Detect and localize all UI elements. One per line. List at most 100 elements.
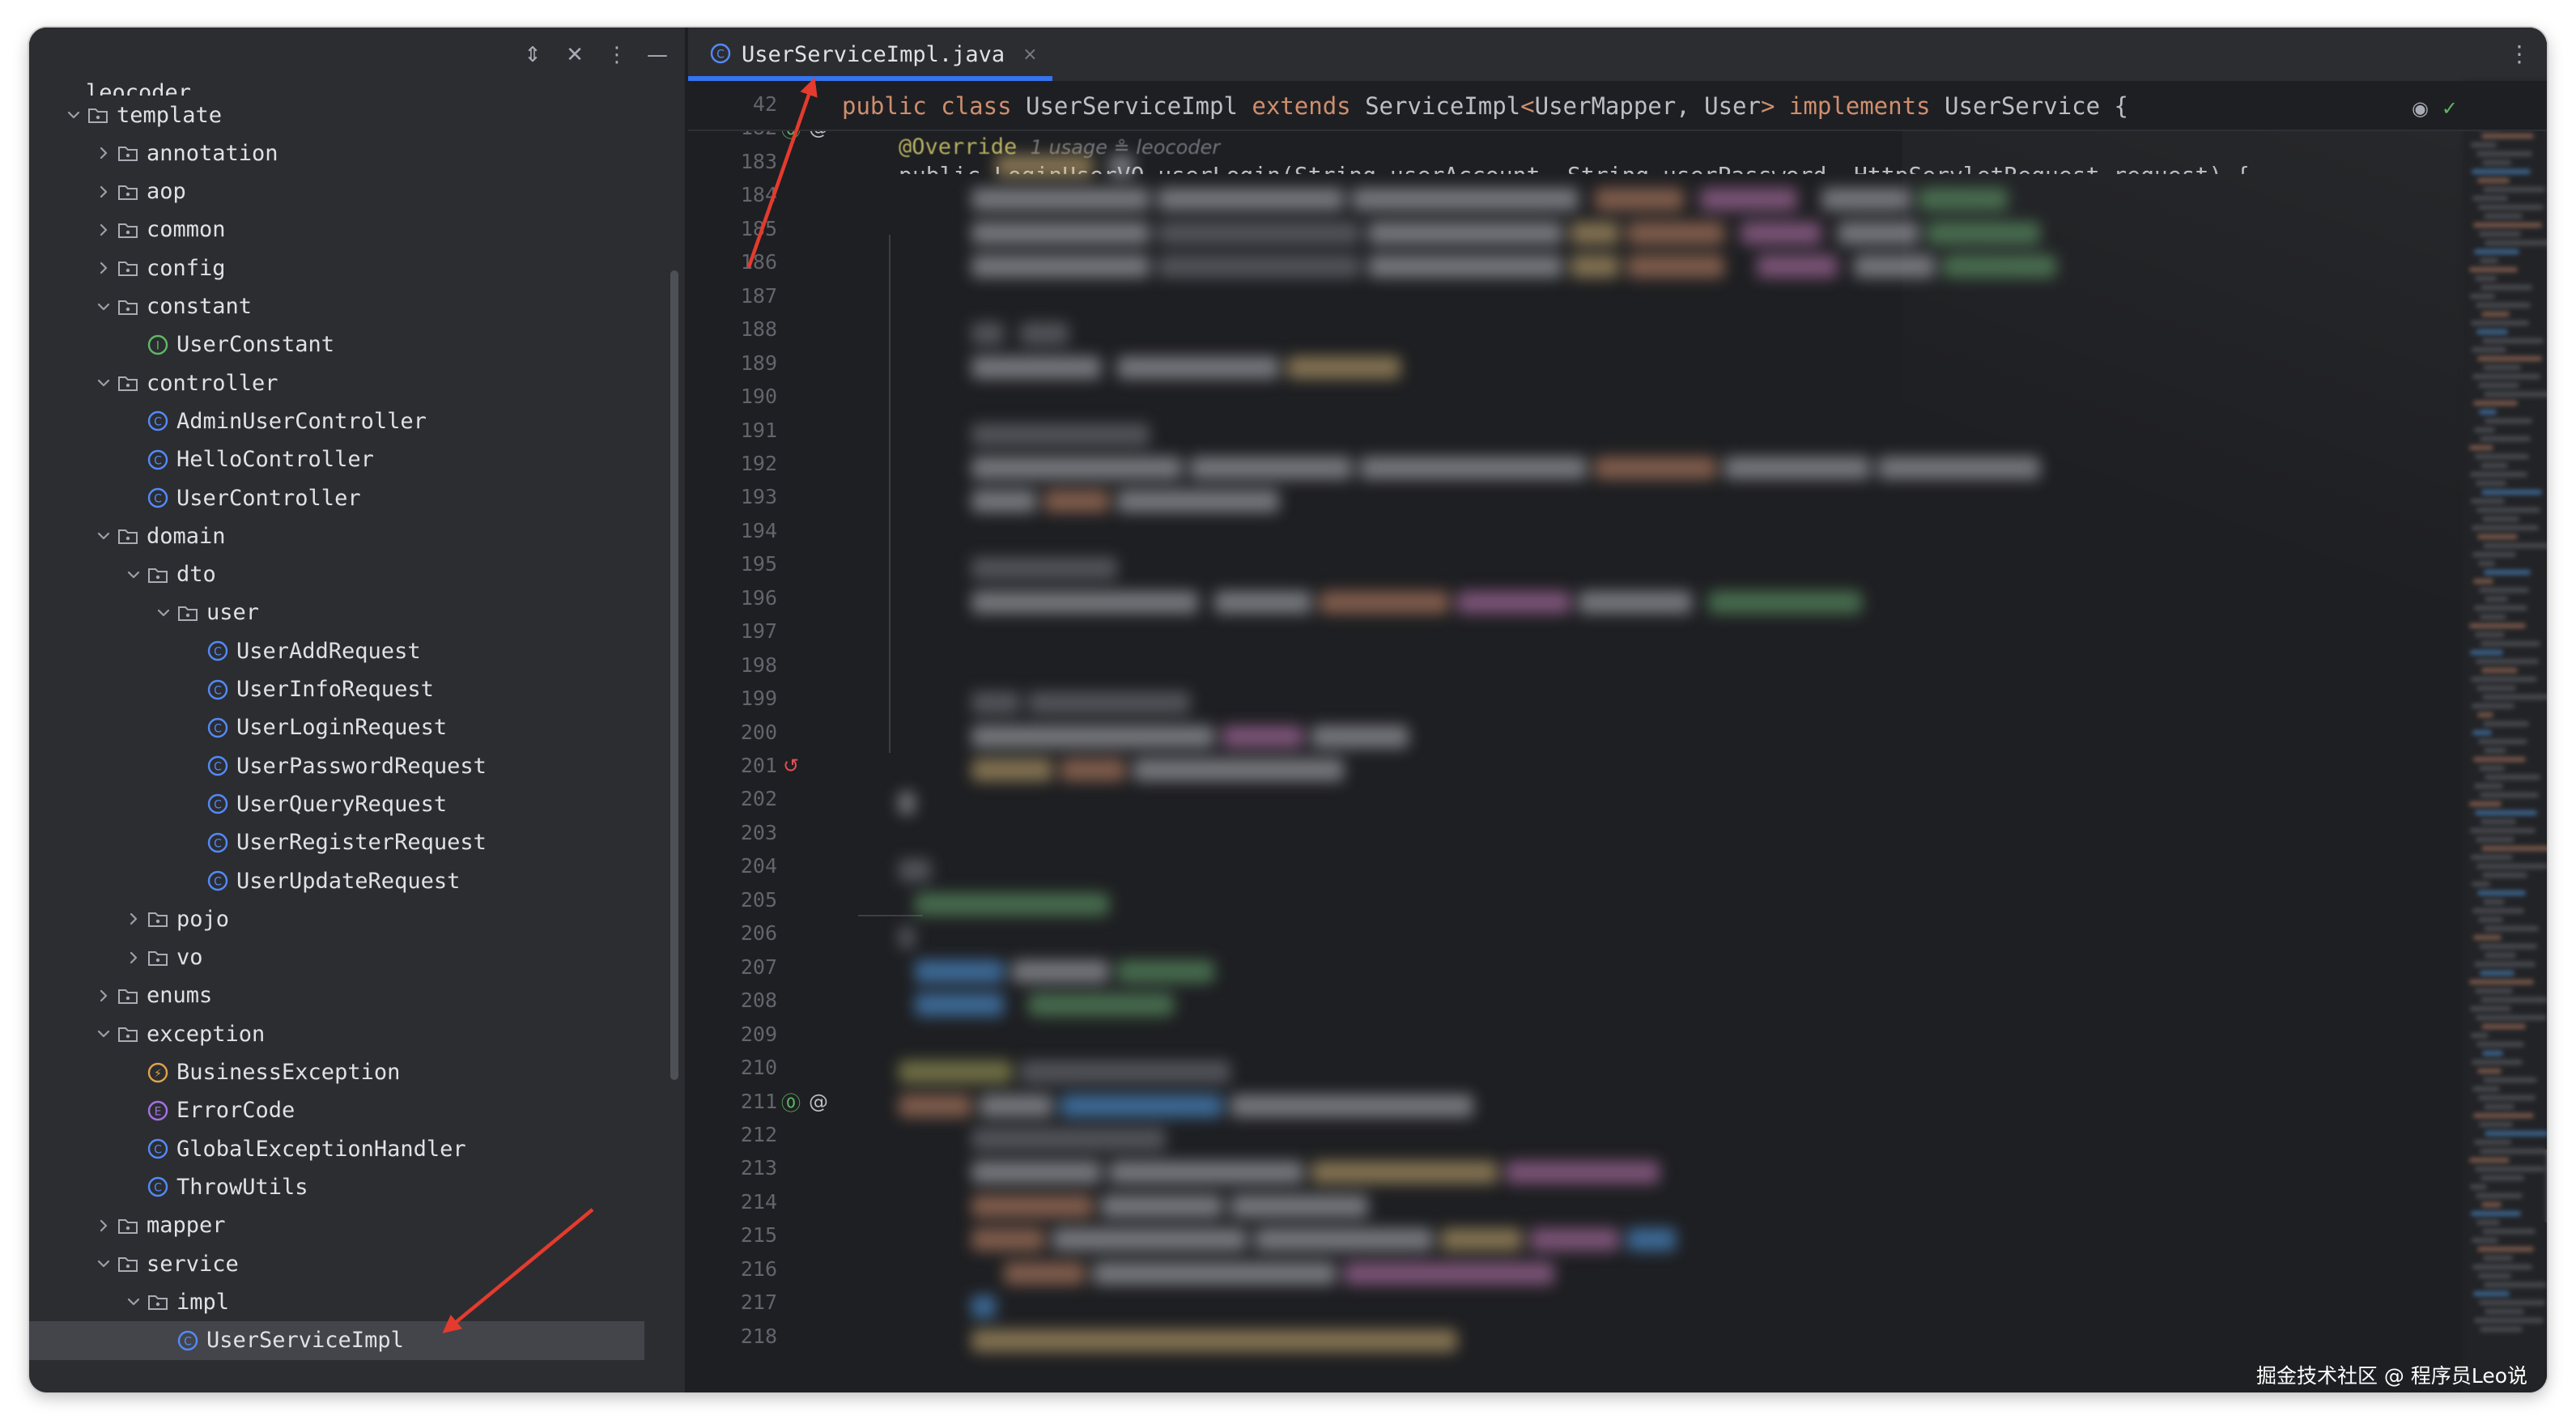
minimap-line: [2478, 739, 2527, 744]
minimap-line: [2480, 1176, 2524, 1180]
tree-scrollbar[interactable]: [670, 270, 678, 1080]
chevron-right-icon[interactable]: [91, 976, 116, 1015]
minimap-line: [2480, 641, 2540, 646]
chevron-down-icon[interactable]: [62, 96, 86, 134]
line-number: 42: [752, 92, 777, 116]
class-icon: C: [206, 831, 230, 855]
tree-item-businessexception[interactable]: ⚡ BusinessException: [29, 1053, 669, 1092]
tree-item-pojo[interactable]: pojo: [29, 899, 669, 938]
tab-userserviceimpl[interactable]: C UserServiceImpl.java ×: [688, 28, 1052, 81]
tree-item-template[interactable]: template: [29, 96, 669, 134]
tree-item-userpasswordrequest[interactable]: C UserPasswordRequest: [29, 746, 669, 785]
chevron-right-icon[interactable]: [121, 899, 146, 938]
code-minimap[interactable]: [2463, 81, 2547, 1392]
close-icon[interactable]: ×: [1022, 45, 1037, 65]
tree-item-adminusercontroller[interactable]: C AdminUserController: [29, 402, 669, 440]
tree-item-impl[interactable]: impl: [29, 1282, 669, 1321]
line-number: 190: [740, 385, 777, 409]
tree-item-domain[interactable]: domain: [29, 517, 669, 555]
blurred-code-token: [1571, 255, 1619, 278]
tree-item-common[interactable]: common: [29, 210, 669, 249]
chevron-down-icon[interactable]: [91, 1014, 116, 1053]
recursion-marker-icon[interactable]: ↺: [779, 754, 803, 778]
blurred-code-token: [1595, 456, 1716, 479]
minimap-line: [2471, 142, 2497, 147]
tree-item-userupdaterequest[interactable]: C UserUpdateRequest: [29, 861, 669, 900]
chevron-right-icon[interactable]: [91, 210, 116, 249]
tree-item-errorcode[interactable]: E ErrorCode: [29, 1091, 669, 1130]
tree-item-globalexceptionhandler[interactable]: C GlobalExceptionHandler: [29, 1129, 669, 1168]
minimap-line: [2485, 1309, 2524, 1314]
minimap-line: [2477, 712, 2493, 717]
class-icon: C: [146, 1175, 170, 1199]
tree-item-constant[interactable]: constant: [29, 287, 669, 326]
tree-item-controller[interactable]: controller: [29, 364, 669, 402]
minimap-line: [2484, 1104, 2514, 1109]
class-icon: C: [206, 678, 230, 702]
tree-item-config[interactable]: config: [29, 249, 669, 287]
minimap-line: [2473, 579, 2493, 584]
minimap-line: [2469, 267, 2518, 272]
tree-item-useraddrequest[interactable]: C UserAddRequest: [29, 631, 669, 670]
minimap-line: [2485, 775, 2540, 780]
tree-item-aop[interactable]: aop: [29, 172, 669, 211]
tree-item-userregisterrequest[interactable]: C UserRegisterRequest: [29, 823, 669, 862]
tree-item-userqueryrequest[interactable]: C UserQueryRequest: [29, 784, 669, 823]
line-number: 199: [740, 687, 777, 711]
tree-item-label: dto: [176, 562, 216, 588]
tree-item-vo[interactable]: vo: [29, 938, 669, 977]
minimap-line: [2485, 419, 2532, 423]
reader-mode-icon[interactable]: ◉: [2412, 97, 2429, 120]
minimap-line: [2482, 338, 2544, 343]
more-tabs-icon[interactable]: ⋮: [2508, 40, 2531, 67]
code-view[interactable]: 42 public class UserServiceImpl extends …: [688, 81, 2547, 1392]
line-number: 186: [740, 250, 777, 274]
chevron-right-icon[interactable]: [91, 1206, 116, 1245]
chevron-right-icon[interactable]: [91, 249, 116, 287]
at-marker-icon[interactable]: @: [806, 1090, 831, 1114]
tree-item-dto[interactable]: dto: [29, 555, 669, 594]
tree-item-hellocontroller[interactable]: C HelloController: [29, 440, 669, 479]
tree-item-exception[interactable]: exception: [29, 1014, 669, 1053]
tree-item-enums[interactable]: enums: [29, 976, 669, 1015]
class-icon: C: [206, 792, 230, 816]
chevron-right-icon[interactable]: [91, 134, 116, 172]
folder-icon: [146, 946, 170, 970]
tree-item-user[interactable]: user: [29, 593, 669, 632]
tree-item-userserviceimpl[interactable]: C UserServiceImpl: [29, 1320, 644, 1360]
tree-item-annotation[interactable]: annotation: [29, 134, 669, 172]
tree-item-userloginrequest[interactable]: C UserLoginRequest: [29, 708, 669, 747]
chevron-right-icon[interactable]: [121, 938, 146, 977]
minimap-line: [2479, 1300, 2545, 1305]
chevron-down-icon[interactable]: [91, 1244, 116, 1283]
chevron-down-icon[interactable]: [91, 364, 116, 402]
blurred-code-token: [1093, 1261, 1336, 1285]
minimap-line: [2484, 1282, 2547, 1287]
tree-item-service[interactable]: service: [29, 1244, 669, 1283]
chevron-down-icon[interactable]: [121, 1282, 146, 1321]
minimap-line: [2476, 1193, 2523, 1198]
chevron-down-icon[interactable]: [151, 593, 176, 632]
keyword: extends: [1252, 92, 1351, 120]
chevron-down-icon[interactable]: [121, 555, 146, 594]
implements-marker-icon[interactable]: ⓪: [779, 1090, 803, 1115]
tree-item-usercontroller[interactable]: C UserController: [29, 478, 669, 517]
tree-item-label: vo: [176, 945, 203, 971]
line-number: 211: [740, 1089, 777, 1113]
minimap-line: [2470, 1184, 2487, 1189]
chevron-down-icon[interactable]: [91, 517, 116, 555]
blurred-code-token: [1158, 221, 1360, 244]
tree-item-userinforequest[interactable]: C UserInfoRequest: [29, 670, 669, 709]
tree-item-userconstant[interactable]: I UserConstant: [29, 325, 669, 364]
minimap-line: [2472, 730, 2492, 735]
sticky-class-header[interactable]: 42 public class UserServiceImpl extends …: [688, 81, 2547, 131]
inspection-widget[interactable]: ◉ ✓: [2412, 97, 2458, 120]
chevron-down-icon[interactable]: [91, 287, 116, 326]
folder-icon: [116, 295, 140, 319]
tree-item-throwutils[interactable]: C ThrowUtils: [29, 1167, 669, 1206]
chevron-right-icon[interactable]: [91, 172, 116, 211]
tree-item-mapper[interactable]: mapper: [29, 1206, 669, 1245]
tree-item-label: template: [117, 102, 223, 128]
